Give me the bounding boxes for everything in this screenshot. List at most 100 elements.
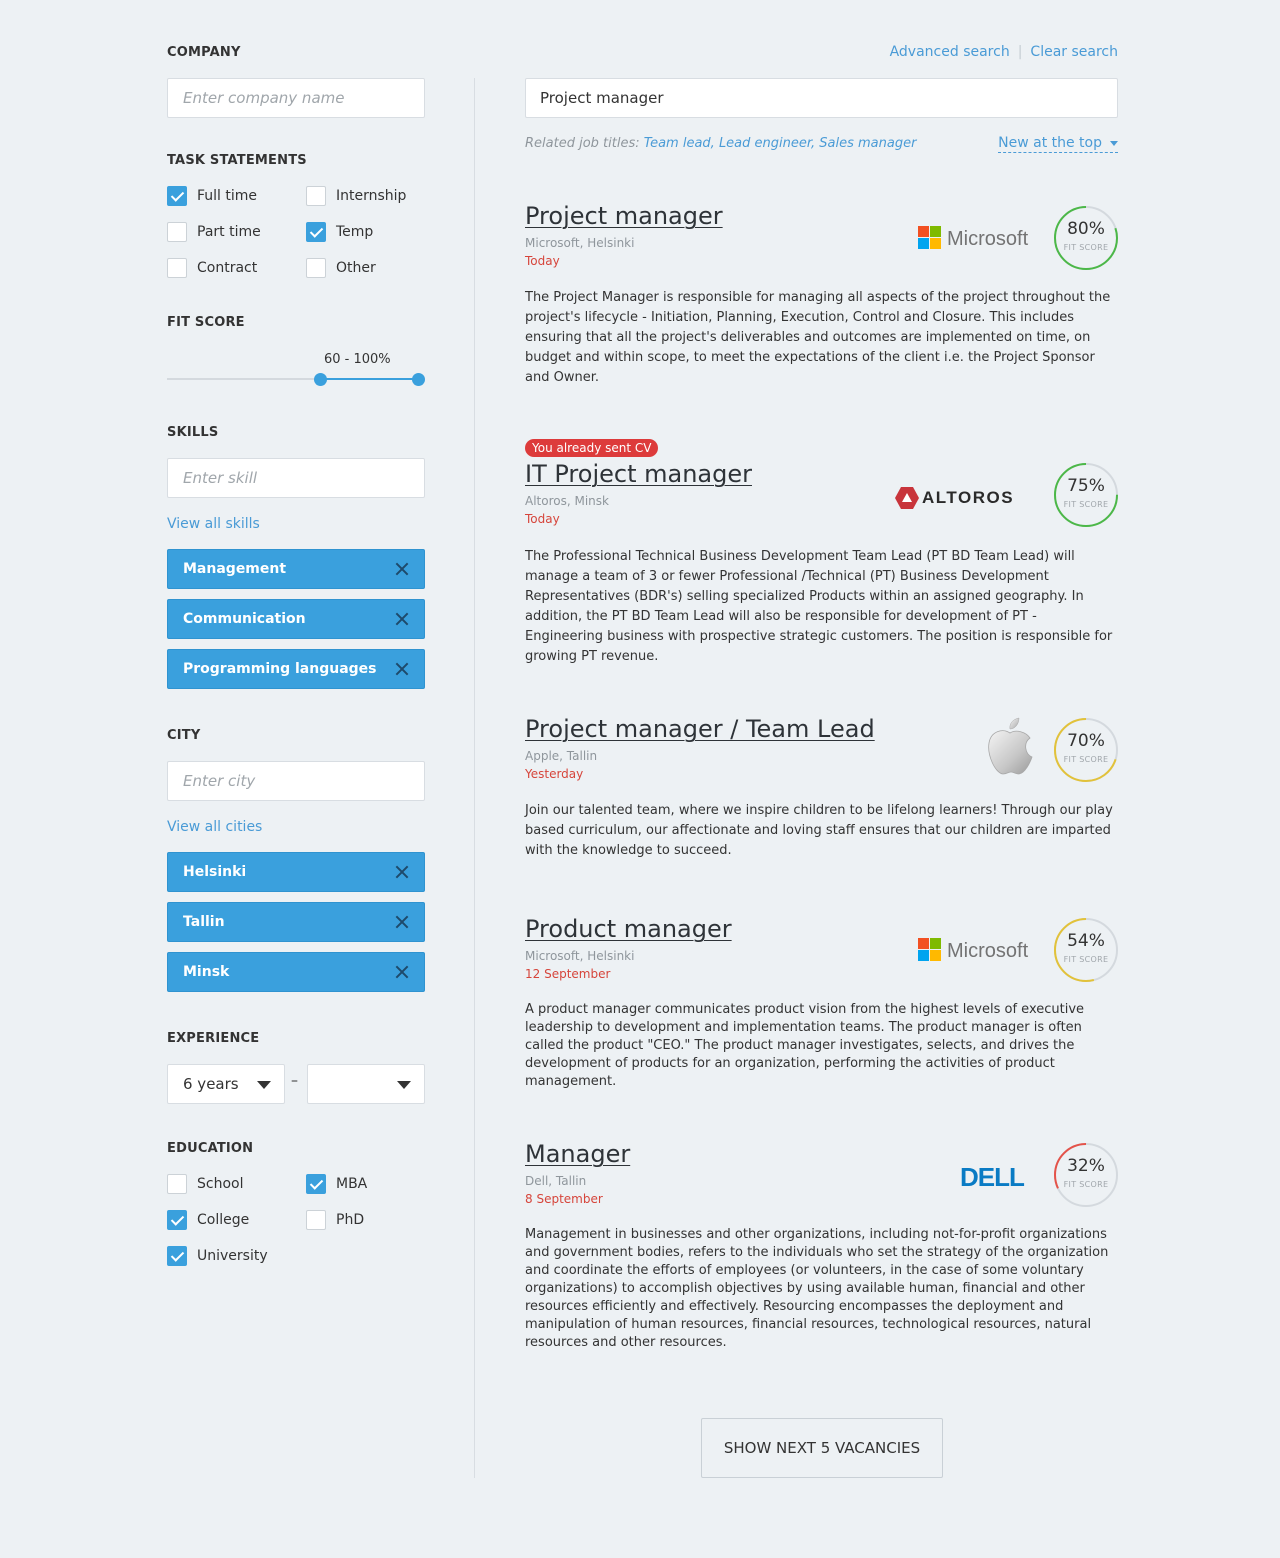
city-tag: Minsk — [167, 952, 425, 992]
city-tag: Helsinki — [167, 852, 425, 892]
sort-dropdown[interactable]: New at the top — [998, 135, 1118, 153]
checkbox-icon[interactable] — [306, 258, 326, 278]
checkbox-other[interactable]: Other — [306, 258, 376, 278]
checkbox-school[interactable]: School — [167, 1174, 243, 1194]
checkbox-part-time[interactable]: Part time — [167, 222, 261, 242]
logo-wordmark: Microsoft — [947, 228, 1029, 250]
job-description: Join our talented team, where we inspire… — [525, 803, 1113, 858]
job-title-link[interactable]: Manager — [525, 1140, 630, 1168]
slider-min-handle[interactable] — [314, 373, 327, 386]
slider-fill — [320, 378, 419, 380]
job-date: 12 September — [525, 967, 611, 981]
checkbox-icon[interactable] — [167, 258, 187, 278]
fit-score-title: FIT SCORE — [167, 315, 245, 330]
city-title: CITY — [167, 728, 201, 743]
job-title-link[interactable]: Product manager — [525, 915, 732, 943]
remove-icon[interactable] — [395, 915, 409, 929]
view-all-cities-link[interactable]: View all cities — [167, 819, 262, 835]
view-all-skills-link[interactable]: View all skills — [167, 516, 260, 532]
fit-score-value: 75% — [1067, 476, 1105, 496]
experience-title: EXPERIENCE — [167, 1031, 260, 1046]
fit-score-value: 70% — [1067, 731, 1105, 751]
skill-tag: Communication — [167, 599, 425, 639]
show-more-button[interactable]: SHOW NEXT 5 VACANCIES — [701, 1418, 943, 1478]
checkbox-icon[interactable] — [306, 186, 326, 206]
fit-score-slider[interactable] — [167, 370, 425, 388]
job-company: Dell, Tallin — [525, 1174, 587, 1188]
job-search-input[interactable]: Project manager — [525, 78, 1118, 118]
job-company: Microsoft, Helsinki — [525, 949, 635, 963]
fit-score-circle: 32% FIT SCORE — [1054, 1143, 1118, 1207]
fit-score-range-value: 60 - 100% — [324, 352, 391, 367]
remove-icon[interactable] — [395, 612, 409, 626]
job-description: The Project Manager is responsible for m… — [525, 290, 1111, 385]
job-title-link[interactable]: Project manager — [525, 202, 723, 230]
fit-score-label: FIT SCORE — [1063, 243, 1109, 252]
job-company: Microsoft, Helsinki — [525, 236, 635, 250]
checkbox-icon[interactable] — [167, 222, 187, 242]
job-description: A product manager communicates product v… — [525, 1002, 1085, 1089]
checkbox-icon[interactable] — [306, 1210, 326, 1230]
altoros-logo: ALTOROS — [895, 486, 1041, 514]
experience-separator: – — [291, 1073, 298, 1089]
city-tag: Tallin — [167, 902, 425, 942]
city-input[interactable] — [167, 761, 425, 801]
checkbox-college[interactable]: College — [167, 1210, 249, 1230]
logo-wordmark: Microsoft — [947, 940, 1029, 962]
clear-search-link[interactable]: Clear search — [1030, 44, 1118, 60]
dell-logo: DELL — [960, 1162, 1036, 1194]
job-title-link[interactable]: Project manager / Team Lead — [525, 715, 875, 743]
checkbox-icon[interactable] — [167, 1174, 187, 1194]
cv-sent-badge: You already sent CV — [525, 439, 659, 457]
fit-score-circle: 70% FIT SCORE — [1054, 718, 1118, 782]
checkbox-icon[interactable] — [167, 1246, 187, 1266]
related-titles-links[interactable]: Team lead, Lead engineer, Sales manager — [644, 136, 917, 151]
remove-icon[interactable] — [395, 865, 409, 879]
checkbox-icon[interactable] — [306, 222, 326, 242]
job-description: The Professional Technical Business Deve… — [525, 549, 1113, 664]
checkbox-icon[interactable] — [167, 1210, 187, 1230]
slider-max-handle[interactable] — [412, 373, 425, 386]
checkbox-icon[interactable] — [167, 186, 187, 206]
remove-icon[interactable] — [395, 662, 409, 676]
checkbox-mba[interactable]: MBA — [306, 1174, 367, 1194]
column-divider — [474, 78, 475, 1478]
experience-from-select[interactable]: 6 years — [167, 1064, 285, 1104]
checkbox-internship[interactable]: Internship — [306, 186, 406, 206]
remove-icon[interactable] — [395, 965, 409, 979]
apple-logo-icon — [983, 715, 1037, 783]
job-date: Today — [525, 254, 560, 268]
checkbox-university[interactable]: University — [167, 1246, 268, 1266]
skill-tag: Management — [167, 549, 425, 589]
fit-score-value: 54% — [1067, 931, 1105, 951]
job-date: Today — [525, 512, 560, 526]
link-separator: | — [1017, 44, 1023, 60]
related-job-titles: Related job titles: Team lead, Lead engi… — [525, 136, 917, 151]
search-links: Advanced search | Clear search — [890, 44, 1118, 60]
checkbox-icon[interactable] — [306, 1174, 326, 1194]
fit-score-label: FIT SCORE — [1063, 500, 1109, 509]
fit-score-label: FIT SCORE — [1063, 955, 1109, 964]
logo-wordmark: ALTOROS — [922, 488, 1014, 507]
experience-to-select[interactable] — [307, 1064, 425, 1104]
checkbox-full-time[interactable]: Full time — [167, 186, 257, 206]
company-input[interactable] — [167, 78, 425, 118]
remove-icon[interactable] — [395, 562, 409, 576]
task-statements-title: TASK STATEMENTS — [167, 153, 307, 168]
checkbox-phd[interactable]: PhD — [306, 1210, 364, 1230]
education-title: EDUCATION — [167, 1141, 254, 1156]
fit-score-label: FIT SCORE — [1063, 1180, 1109, 1189]
job-date: Yesterday — [525, 767, 584, 781]
fit-score-value: 80% — [1067, 219, 1105, 239]
job-title-link[interactable]: IT Project manager — [525, 460, 752, 488]
company-title: COMPANY — [167, 45, 241, 60]
checkbox-contract[interactable]: Contract — [167, 258, 257, 278]
job-date: 8 September — [525, 1192, 603, 1206]
checkbox-temp[interactable]: Temp — [306, 222, 373, 242]
fit-score-label: FIT SCORE — [1063, 755, 1109, 764]
fit-score-circle: 75% FIT SCORE — [1054, 463, 1118, 527]
skill-tag: Programming languages — [167, 649, 425, 689]
advanced-search-link[interactable]: Advanced search — [890, 44, 1010, 60]
job-description: Management in businesses and other organ… — [525, 1227, 1109, 1350]
skill-input[interactable] — [167, 458, 425, 498]
